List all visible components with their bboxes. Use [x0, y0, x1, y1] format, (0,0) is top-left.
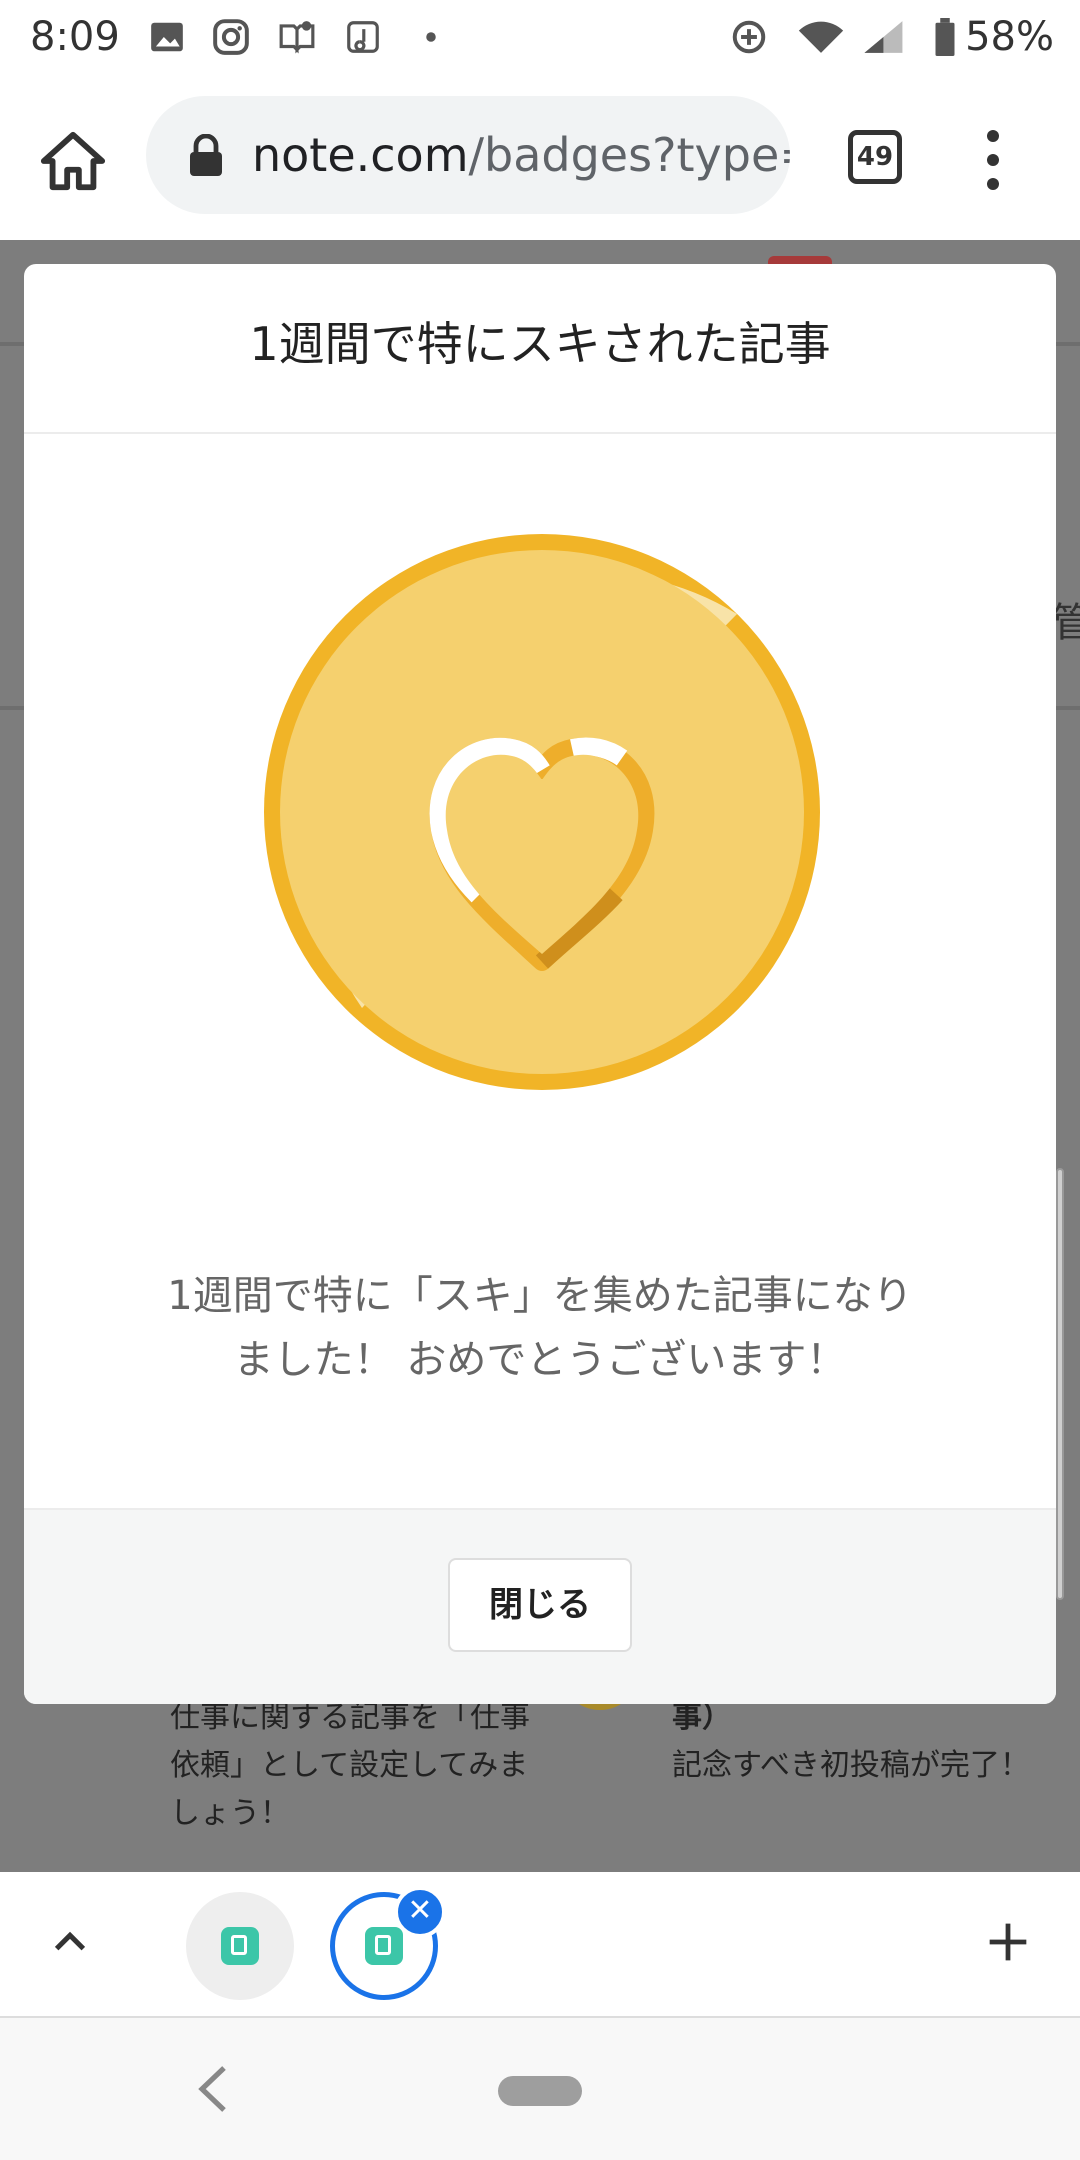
- background-badge-text: 記念すべき初投稿が完了！: [672, 1748, 1030, 1783]
- lock-icon: [188, 133, 224, 176]
- battery-icon: [932, 18, 958, 56]
- modal-message-line: ました！ おめでとうございます！: [233, 1337, 847, 1383]
- image-icon: [148, 18, 186, 56]
- data-saver-icon: [730, 18, 768, 56]
- heart-badge-icon: [264, 534, 820, 1090]
- overflow-menu-icon[interactable]: [978, 130, 1008, 190]
- chevron-up-icon[interactable]: [50, 1922, 90, 1962]
- new-tab-icon[interactable]: [986, 1920, 1030, 1964]
- tab-strip: ✕: [0, 1872, 1080, 2018]
- url-path: /badges?type=: [468, 128, 790, 182]
- instagram-icon: [212, 18, 250, 56]
- battery-percent: 58%: [965, 14, 1054, 60]
- close-button[interactable]: 閉じる: [448, 1558, 632, 1652]
- home-gesture-pill[interactable]: [498, 2076, 582, 2106]
- modal-footer: 閉じる: [24, 1508, 1056, 1704]
- back-icon[interactable]: [194, 2064, 230, 2114]
- url-host: note.com: [252, 128, 469, 182]
- signal-icon: [860, 18, 910, 56]
- notification-icon: [278, 18, 316, 56]
- url-text[interactable]: note.com/badges?type=: [252, 128, 790, 182]
- status-time: 8:09: [30, 14, 120, 60]
- browser-toolbar: note.com/badges?type= 49: [0, 76, 1080, 240]
- modal-message-line: 1週間で特に「スキ」を集めた記事になり: [167, 1273, 913, 1319]
- home-icon[interactable]: [38, 126, 108, 196]
- note-favicon-icon: [365, 1927, 403, 1965]
- navigation-bar: [0, 2018, 1080, 2160]
- note-favicon-icon: [221, 1927, 259, 1965]
- background-side-text: 管: [1052, 600, 1080, 646]
- app-icon: [344, 18, 382, 56]
- tab-close-icon[interactable]: ✕: [394, 1886, 446, 1938]
- modal-message: 1週間で特に「スキ」を集めた記事になり ました！ おめでとうございます！: [84, 1264, 996, 1392]
- status-bar: 8:09 58%: [0, 0, 1080, 76]
- background-badge-description: 仕事に関する記事を「仕事依頼」として設定してみましょう！: [170, 1700, 530, 1831]
- badge-modal: 1週間で特にスキされた記事 1週間で特に「スキ」を集めた記事になり ました！ お…: [24, 264, 1056, 1704]
- wifi-icon: [796, 18, 846, 56]
- address-bar[interactable]: note.com/badges?type=: [146, 96, 790, 214]
- tab-switcher-button[interactable]: 49: [848, 130, 902, 184]
- page-scrollbar[interactable]: [1056, 1168, 1064, 1600]
- background-badge-description: 事） 記念すべき初投稿が完了！: [672, 1694, 1072, 1790]
- tab-thumbnail[interactable]: [186, 1892, 294, 2000]
- modal-title: 1週間で特にスキされた記事: [24, 264, 1056, 434]
- dot-icon: [412, 18, 450, 56]
